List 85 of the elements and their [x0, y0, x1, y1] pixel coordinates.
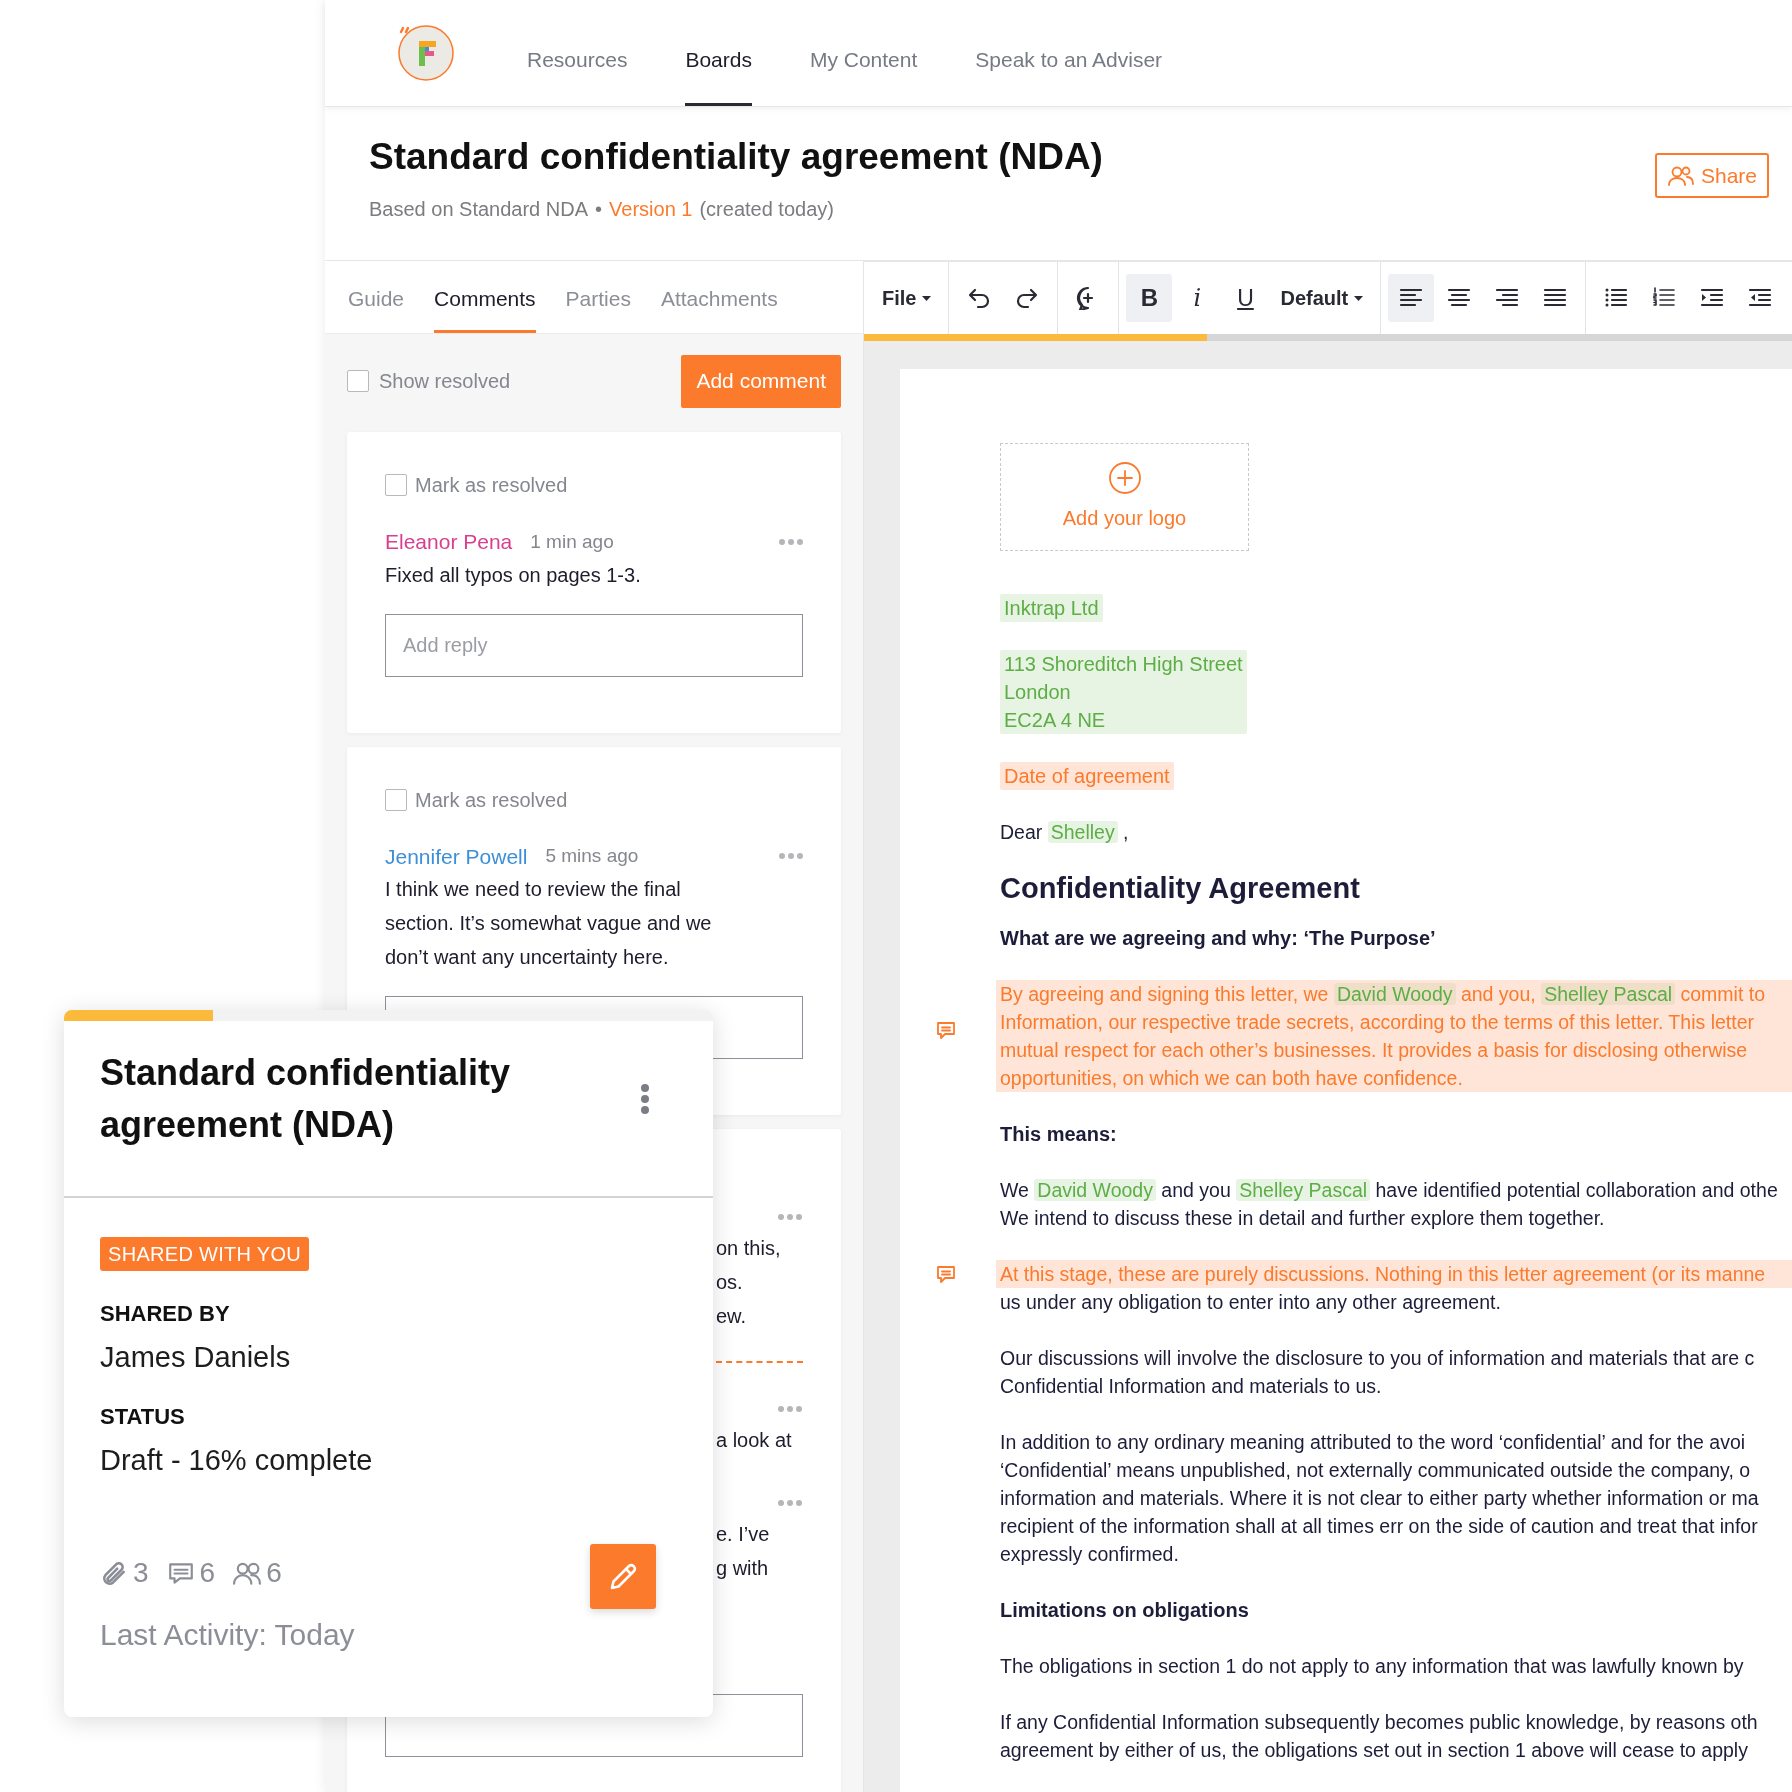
comment-time: 1 min ago: [530, 529, 614, 554]
checkbox[interactable]: [385, 788, 407, 811]
checkbox-label: Mark as resolved: [415, 473, 568, 498]
filled-field[interactable]: David Woody: [1333, 983, 1456, 1005]
subheading: What are we agreeing and why: ‘The Purpose’: [1000, 926, 1437, 951]
status-badge: SHARED WITH YOU: [100, 1237, 310, 1271]
nav-link[interactable]: My Content: [809, 0, 918, 106]
paragraph: By agreeing and signing this letter, we David Woody and you, Shelley Pascal commit to Information, our respective trade secrets, according to the terms of this letter. This letter mutual respect for each other’s businesses. It provides a basis for disclosing otherwise opportunities, on which we can both have confidence.: [996, 980, 1792, 1092]
caret-icon: [1354, 295, 1364, 301]
filled-field[interactable]: Shelley Pascal: [1236, 1179, 1371, 1201]
comment-icon: [166, 1560, 195, 1586]
checkbox-label: Mark as resolved: [415, 787, 568, 813]
comment-text: on this,: [716, 1236, 782, 1261]
comment-icon[interactable]: [935, 1020, 957, 1042]
comment-text: a look at: [716, 1428, 793, 1453]
comment-text: I think we need to review the final section. It’s somewhat vague and we don’t want any uncertainty here.: [385, 877, 713, 970]
template-text: Based on Standard NDA: [369, 197, 589, 222]
field-value: James Daniels: [100, 1340, 291, 1375]
version-link[interactable]: Version 1: [609, 194, 693, 224]
panel-tab[interactable]: Parties: [565, 282, 631, 333]
comment-text: os.: [716, 1270, 744, 1295]
align-left-button[interactable]: [1388, 274, 1435, 322]
paragraph: Dear Shelley ,: [999, 820, 1130, 845]
panel-tab[interactable]: Attachments: [660, 282, 778, 333]
paragraph: We David Woody and you Shelley Pascal have identified potential collaboration and othe We intend to discuss these in detail and further explore them together.: [999, 1178, 1779, 1231]
document-title: Standard confidentiality agreement (NDA): [369, 135, 1103, 179]
comment-text: e. I’ve: [716, 1522, 771, 1547]
caret-icon: [922, 295, 932, 301]
dropdown-menu[interactable]: Default: [1270, 274, 1374, 322]
nav-link[interactable]: Resources: [527, 0, 628, 106]
subheading: This means:: [1000, 1122, 1118, 1147]
add-logo-button[interactable]: Add your logo: [1000, 443, 1249, 551]
count-text: 3: [133, 1556, 149, 1590]
card-title: Standard confidentiality agreement (NDA): [100, 1051, 512, 1147]
filled-field[interactable]: Inktrap Ltd: [1000, 594, 1103, 622]
paragraph: Our discussions will involve the disclosure to you of information and materials that are c Confidential Information and materials to us.: [999, 1346, 1756, 1399]
paragraph: If any Confidential Information subsequently becomes public knowledge, by reasons oth agreement by either of us, the obligations set out in section 1 above will cease to apply: [999, 1710, 1759, 1763]
logo-icon: [397, 24, 455, 82]
paragraph: At this stage, these are purely discussions. Nothing in this letter agreement (or its manne us under any obligation to enter into any other agreement.: [996, 1260, 1792, 1316]
checkbox[interactable]: [347, 370, 369, 392]
paragraph: In addition to any ordinary meaning attributed to the word ‘confidential’ and for the avoi ‘Confidential’ means unpublished, not externally communicated outside the company, o information and materials. Where it is not clear to either party whether information or ma recipient of the information shall at all times err on the side of caution and treat that infor expressly confirmed.: [999, 1430, 1760, 1567]
panel-tab[interactable]: Guide: [348, 282, 405, 333]
author-name: Eleanor Pena: [385, 529, 513, 555]
bold-button[interactable]: B: [1126, 274, 1173, 322]
comment-icon[interactable]: [935, 1264, 957, 1286]
comment-time: 5 mins ago: [545, 844, 639, 868]
people-icon: [233, 1560, 262, 1586]
dropdown-menu[interactable]: File: [872, 274, 942, 322]
edit-button[interactable]: [590, 1544, 656, 1609]
section-heading: Confidentiality Agreement: [1000, 871, 1361, 906]
share-button[interactable]: Share: [1654, 153, 1769, 198]
people-icon: [1666, 164, 1695, 187]
filled-field[interactable]: Shelley Pascal: [1541, 983, 1676, 1005]
filled-field[interactable]: David Woody: [1034, 1179, 1156, 1201]
italic-button[interactable]: i: [1174, 274, 1221, 322]
underline-button[interactable]: U: [1222, 274, 1269, 322]
panel-tab[interactable]: Comments: [434, 282, 536, 333]
checkbox[interactable]: [385, 474, 407, 496]
nav-link[interactable]: Speak to an Adviser: [975, 0, 1163, 106]
comment-text: ew.: [716, 1304, 748, 1329]
field-value: Draft - 16% complete: [100, 1442, 373, 1478]
subheading: Limitations on obligations: [1000, 1598, 1250, 1623]
last-activity-text: Last Activity: Today: [100, 1617, 355, 1653]
paperclip-icon: [100, 1560, 128, 1586]
empty-field[interactable]: Date of agreement: [1000, 762, 1174, 790]
comment-text: g with: [716, 1556, 770, 1581]
undo-icon: [967, 286, 992, 310]
plus-circle-icon: [1107, 461, 1142, 495]
field-label: SHARED BY: [100, 1300, 230, 1328]
author-name: Jennifer Powell: [385, 843, 528, 870]
reply-field[interactable]: Add reply: [385, 613, 803, 677]
count-text: 6: [266, 1556, 282, 1590]
filled-field[interactable]: Shelley: [1047, 821, 1118, 843]
count-text: 6: [199, 1556, 216, 1590]
kebab-menu-icon[interactable]: [640, 1083, 650, 1115]
created-text: (created today): [699, 197, 834, 222]
checkbox-label: Show resolved: [379, 369, 511, 394]
add-comment-button[interactable]: Add comment: [681, 354, 841, 408]
field-label: STATUS: [100, 1402, 185, 1431]
separator-dot: •: [595, 197, 603, 222]
nav-link[interactable]: Boards: [685, 0, 752, 106]
filled-field[interactable]: 113 Shoreditch High Street London EC2A 4 NE: [1000, 650, 1247, 734]
comment-text: Fixed all typos on pages 1-3.: [385, 562, 642, 588]
paragraph: The obligations in section 1 do not apply to any information that was lawfully known by: [999, 1654, 1745, 1679]
redo-icon: [1015, 286, 1040, 310]
